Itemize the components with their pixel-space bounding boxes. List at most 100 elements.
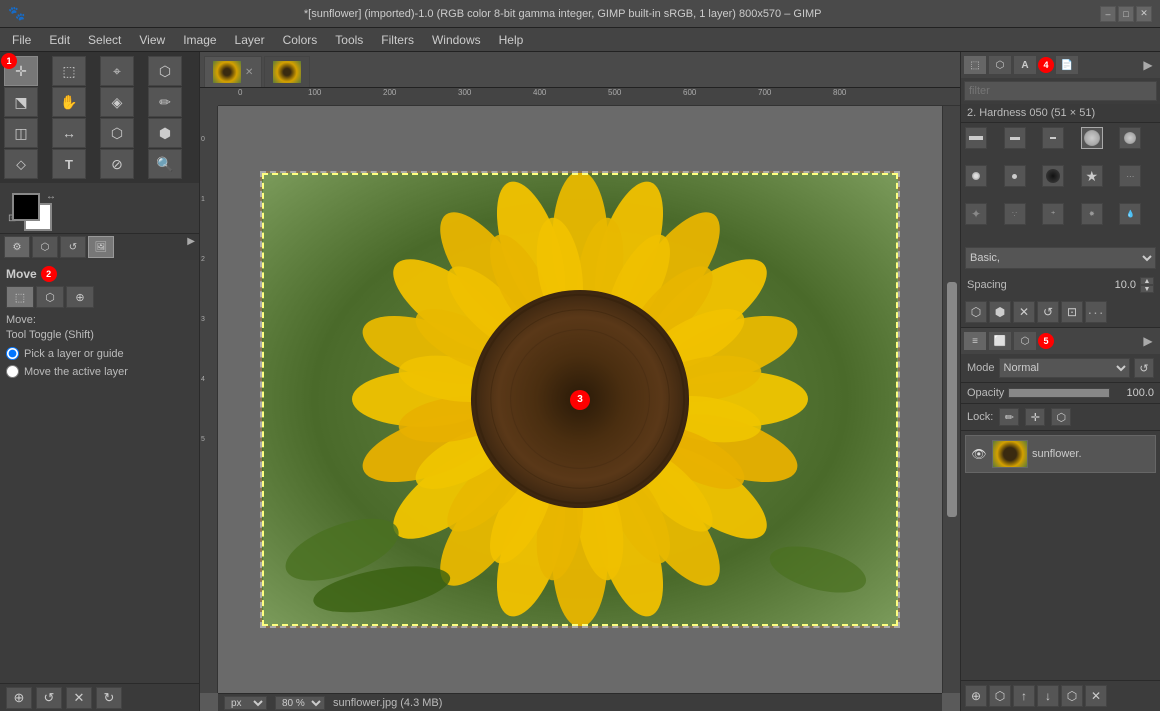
delete-button[interactable]: ✕ (66, 687, 92, 709)
brush-edit-button[interactable]: ⬡ (965, 301, 987, 323)
menu-image[interactable]: Image (175, 31, 224, 49)
unit-select[interactable]: px mm in (224, 696, 267, 710)
layer-up-button[interactable]: ↑ (1013, 685, 1035, 707)
layer-mode-refresh[interactable]: ↺ (1134, 358, 1154, 378)
smudge-tool[interactable]: ✋ (52, 87, 86, 117)
move-selection-icon[interactable]: ⬡ (36, 286, 64, 308)
layer-new-button[interactable]: ⊕ (965, 685, 987, 707)
tool-tab-images[interactable]: 🖼 (88, 236, 114, 258)
menu-view[interactable]: View (131, 31, 173, 49)
brush-cell-10[interactable]: ··· (1119, 165, 1141, 187)
brush-cell-5[interactable] (1119, 127, 1141, 149)
brush-cell-3[interactable] (1042, 127, 1064, 149)
patterns-tab[interactable]: ⬡ (988, 55, 1012, 75)
redo-button[interactable]: ↻ (96, 687, 122, 709)
layers-expand-icon[interactable]: ▶ (1138, 334, 1158, 348)
tool-tab-device[interactable]: ⬡ (32, 236, 58, 258)
image-tab-1[interactable]: ✕ (204, 56, 262, 87)
pencil-tool[interactable]: ✏ (148, 87, 182, 117)
tab1-close-icon[interactable]: ✕ (245, 67, 253, 78)
new-image-button[interactable]: ⊕ (6, 687, 32, 709)
fuzzy-select-tool[interactable]: ⬡ (148, 56, 182, 86)
brush-duplicate-button[interactable]: ⬢ (989, 301, 1011, 323)
swap-colors-icon[interactable]: ↔ (46, 191, 56, 202)
spacing-up-button[interactable]: ▲ (1140, 277, 1154, 285)
panel-expand-icon[interactable]: ▶ (1138, 58, 1158, 72)
layer-duplicate-button[interactable]: ⬡ (989, 685, 1011, 707)
brush-cell-15[interactable]: 💧 (1119, 203, 1141, 225)
brush-delete-button[interactable]: ✕ (1013, 301, 1035, 323)
toggle-radio-1[interactable] (6, 347, 19, 360)
layer-mode-select[interactable]: Normal Multiply Screen (999, 358, 1130, 378)
tool-tab-undo[interactable]: ↺ (60, 236, 86, 258)
menu-layer[interactable]: Layer (227, 31, 273, 49)
tool-tab-expand[interactable]: ▶ (187, 236, 195, 258)
v-scrollbar-thumb[interactable] (947, 282, 957, 517)
menu-windows[interactable]: Windows (424, 31, 489, 49)
brush-cell-13[interactable]: ⁺ (1042, 203, 1064, 225)
clone-tool[interactable]: ◫ (4, 118, 38, 148)
undo-button[interactable]: ↺ (36, 687, 62, 709)
brush-preset-select[interactable]: Basic, (965, 247, 1156, 269)
channels-tab[interactable]: ⬜ (988, 331, 1012, 351)
foreground-color[interactable] (12, 193, 40, 221)
layer-down-button[interactable]: ↓ (1037, 685, 1059, 707)
menu-filters[interactable]: Filters (373, 31, 422, 49)
spacing-down-button[interactable]: ▼ (1140, 285, 1154, 293)
brush-cell-1[interactable] (965, 127, 987, 149)
lock-position-button[interactable]: ✛ (1025, 408, 1045, 426)
canvas-scroll[interactable]: 3 (218, 106, 942, 693)
brush-refresh-button[interactable]: ↺ (1037, 301, 1059, 323)
measure-tool[interactable]: ↔ (52, 118, 86, 148)
text-tool[interactable]: T (52, 149, 86, 179)
layer-delete-button[interactable]: ✕ (1085, 685, 1107, 707)
docs-tab[interactable]: 📄 (1055, 55, 1079, 75)
paths-tab[interactable]: ⬡ (1013, 331, 1037, 351)
brush-cell-8[interactable] (1042, 165, 1064, 187)
menu-help[interactable]: Help (491, 31, 532, 49)
menu-colors[interactable]: Colors (275, 31, 326, 49)
ink-tool[interactable]: ⬢ (148, 118, 182, 148)
eraser-tool[interactable]: ⊘ (100, 149, 134, 179)
zoom-tool[interactable]: 🔍 (148, 149, 182, 179)
layer-item[interactable]: 👁 sunflower. (965, 435, 1156, 473)
lasso-tool[interactable]: ⌖ (100, 56, 134, 86)
lock-alpha-button[interactable]: ⬡ (1051, 408, 1071, 426)
move-tool[interactable]: 1 ✛ (4, 56, 38, 86)
brush-cell-14[interactable]: ✸ (1081, 203, 1103, 225)
image-tab-2[interactable] (264, 56, 310, 87)
brush-more-button[interactable]: ⊡ (1061, 301, 1083, 323)
minimize-button[interactable]: – (1100, 6, 1116, 22)
brush-dots-button[interactable]: ··· (1085, 301, 1107, 323)
brushes-tab[interactable]: ⬚ (963, 55, 987, 75)
rect-select-tool[interactable]: ⬚ (52, 56, 86, 86)
fonts-tab[interactable]: A (1013, 55, 1037, 75)
toggle-option-2[interactable]: Move the active layer (6, 365, 193, 378)
brush-cell-6[interactable] (965, 165, 987, 187)
layer-merge-button[interactable]: ⬡ (1061, 685, 1083, 707)
close-button[interactable]: ✕ (1136, 6, 1152, 22)
path-tool[interactable]: ⬡ (100, 118, 134, 148)
vertical-scrollbar[interactable] (942, 106, 960, 693)
move-path-icon[interactable]: ⊕ (66, 286, 94, 308)
brush-cell-11[interactable]: ✦ (965, 203, 987, 225)
perspective-tool[interactable]: ⬔ (4, 87, 38, 117)
brush-cell-12[interactable]: ∵ (1004, 203, 1026, 225)
tool-tab-options[interactable]: ⚙ (4, 236, 30, 258)
menu-tools[interactable]: Tools (327, 31, 371, 49)
brush-cell-7[interactable] (1004, 165, 1026, 187)
zoom-select[interactable]: 80 % 50 % 100 % (275, 696, 325, 710)
menu-select[interactable]: Select (80, 31, 129, 49)
opacity-slider[interactable] (1008, 388, 1110, 398)
toggle-radio-2[interactable] (6, 365, 19, 378)
toggle-option-1[interactable]: Pick a layer or guide (6, 347, 193, 360)
layer-visibility-icon[interactable]: 👁 (970, 445, 988, 463)
move-layer-icon[interactable]: ⬚ (6, 286, 34, 308)
brush-cell-9[interactable]: ★ (1081, 165, 1103, 187)
fill-tool[interactable]: ◈ (100, 87, 134, 117)
brush-cell-4[interactable] (1081, 127, 1103, 149)
brush-cell-2[interactable] (1004, 127, 1026, 149)
maximize-button[interactable]: □ (1118, 6, 1134, 22)
layers-tab[interactable]: ≡ (963, 331, 987, 351)
menu-edit[interactable]: Edit (41, 31, 78, 49)
